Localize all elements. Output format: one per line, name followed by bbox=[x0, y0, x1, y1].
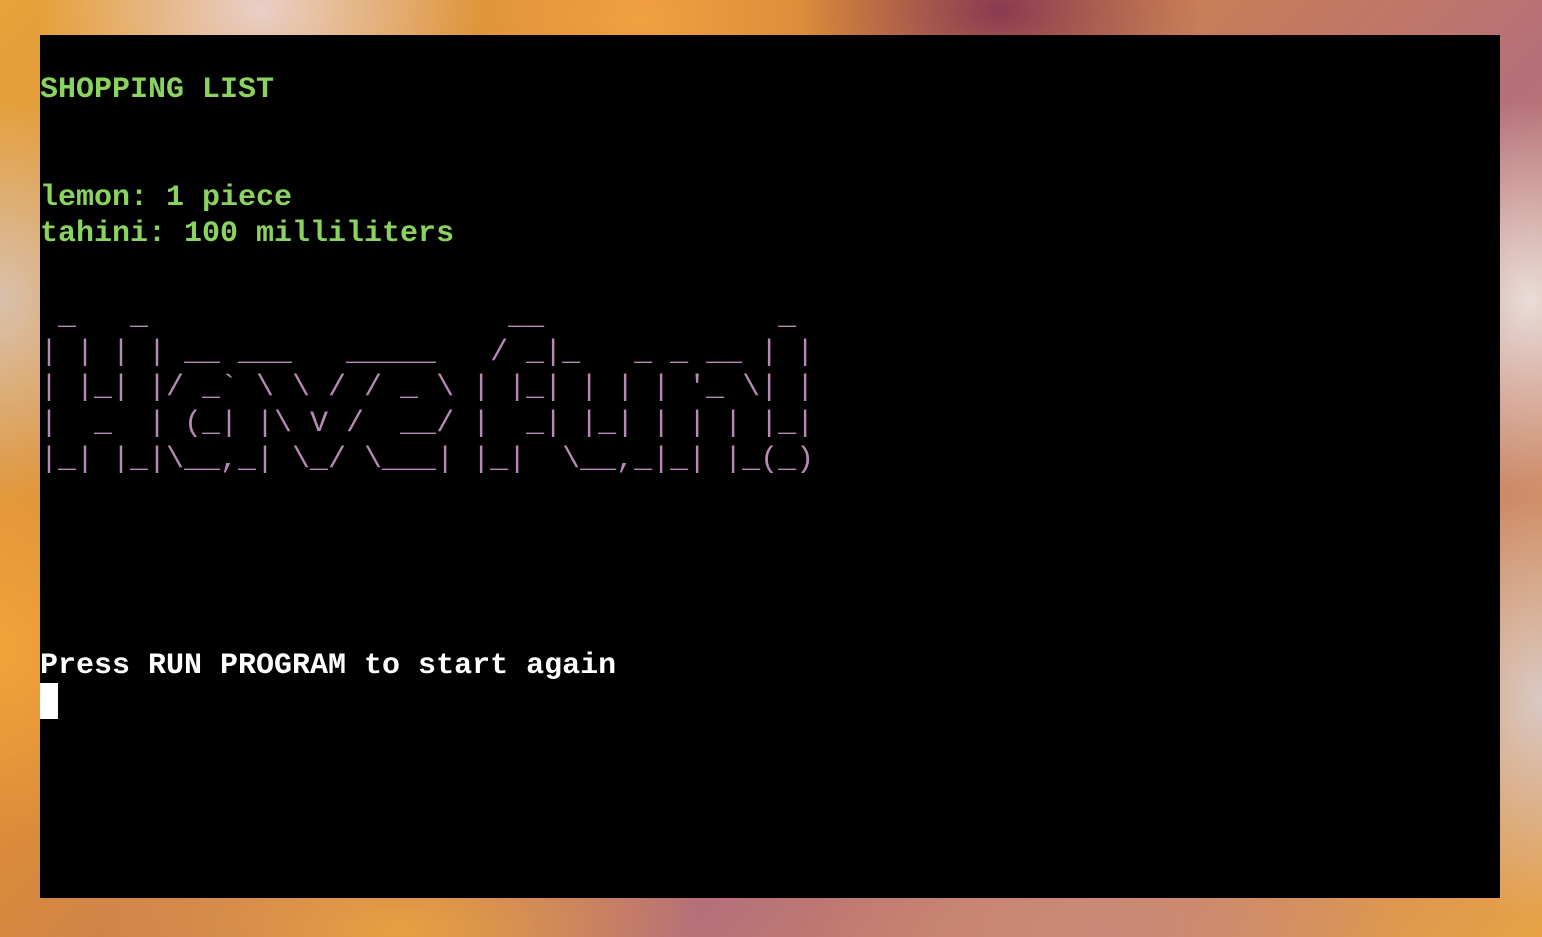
restart-prompt: Press RUN PROGRAM to start again bbox=[40, 649, 617, 683]
list-item-lemon: lemon: 1 piece bbox=[40, 181, 293, 215]
shopping-list-title: SHOPPING LIST bbox=[40, 73, 275, 107]
list-item-tahini: tahini: 100 milliliters bbox=[40, 217, 455, 251]
terminal-window[interactable]: SHOPPING LIST lemon: 1 piece tahini: 100… bbox=[40, 35, 1500, 898]
have-fun-ascii-art: _ _ __ _ | | | | __ ___ _____ / _|_ _ _ … bbox=[40, 300, 815, 477]
terminal-cursor[interactable] bbox=[40, 683, 58, 719]
